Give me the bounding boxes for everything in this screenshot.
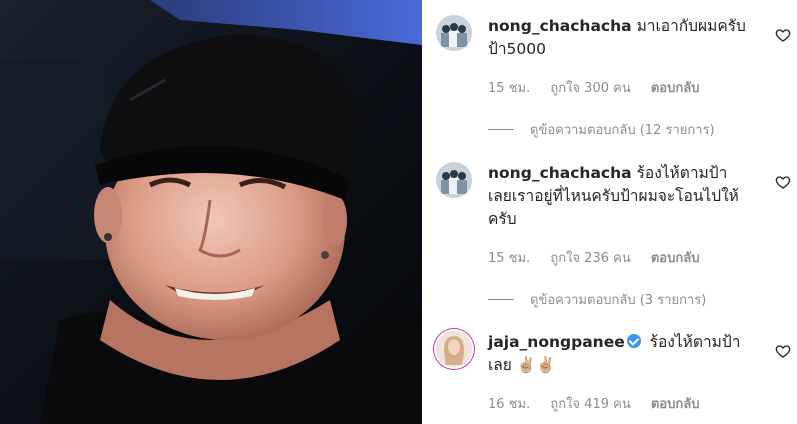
comment-likes[interactable]: ถูกใจ 419 คน bbox=[550, 397, 630, 412]
avatar[interactable] bbox=[436, 331, 472, 367]
divider-line bbox=[488, 129, 514, 130]
avatar[interactable] bbox=[436, 15, 472, 51]
avatar[interactable] bbox=[436, 162, 472, 198]
heart-outline-icon[interactable] bbox=[775, 343, 791, 359]
group-photo-avatar-icon bbox=[436, 162, 472, 198]
comment-username[interactable]: nong_chachacha bbox=[488, 164, 632, 182]
comment-meta: 16 ชม. ถูกใจ 419 คน ตอบกลับ bbox=[488, 393, 715, 414]
comment-item: nong_chachacha มาเอากับผมครับป้า5000 15 … bbox=[436, 15, 791, 145]
reply-button[interactable]: ตอบกลับ bbox=[651, 251, 700, 266]
view-replies-button[interactable]: ดูข้อความตอบกลับ (12 รายการ) bbox=[488, 119, 715, 140]
comment-meta: 15 ชม. ถูกใจ 300 คน ตอบกลับ bbox=[488, 77, 715, 98]
comment-likes[interactable]: ถูกใจ 300 คน bbox=[550, 81, 630, 96]
comment-item: nong_chachacha ร้องไห้ตามป้าเลยเราอยู่ที… bbox=[436, 162, 791, 312]
reply-button[interactable]: ตอบกลับ bbox=[651, 397, 700, 412]
comment-text: nong_chachacha มาเอากับผมครับป้า5000 bbox=[488, 15, 750, 61]
verified-badge-icon bbox=[626, 334, 641, 348]
comment-time: 16 ชม. bbox=[488, 397, 531, 412]
comment-time: 15 ชม. bbox=[488, 251, 531, 266]
divider-line bbox=[488, 299, 514, 300]
comment-item: jaja_nongpanee ร้องไห้ตามป้าเลย ✌🏼✌🏼 16 … bbox=[436, 331, 791, 421]
woman-photo-avatar-icon bbox=[436, 331, 472, 367]
man-in-black-cap-image bbox=[0, 0, 422, 424]
post-photo[interactable] bbox=[0, 0, 422, 424]
view-replies-label: ดูข้อความตอบกลับ (3 รายการ) bbox=[530, 293, 707, 308]
post-view: nong_chachacha มาเอากับผมครับป้า5000 15 … bbox=[0, 0, 797, 424]
comment-time: 15 ชม. bbox=[488, 81, 531, 96]
reply-button[interactable]: ตอบกลับ bbox=[651, 81, 700, 96]
view-replies-label: ดูข้อความตอบกลับ (12 รายการ) bbox=[530, 123, 715, 138]
view-replies-button[interactable]: ดูข้อความตอบกลับ (3 รายการ) bbox=[488, 289, 706, 310]
group-photo-avatar-icon bbox=[436, 15, 472, 51]
heart-outline-icon[interactable] bbox=[775, 174, 791, 190]
comment-likes[interactable]: ถูกใจ 236 คน bbox=[550, 251, 630, 266]
comment-username[interactable]: nong_chachacha bbox=[488, 17, 632, 35]
comment-username[interactable]: jaja_nongpanee bbox=[488, 333, 625, 351]
heart-outline-icon[interactable] bbox=[775, 27, 791, 43]
comment-text: jaja_nongpanee ร้องไห้ตามป้าเลย ✌🏼✌🏼 bbox=[488, 331, 750, 377]
comments-panel: nong_chachacha มาเอากับผมครับป้า5000 15 … bbox=[422, 0, 797, 424]
comment-meta: 15 ชม. ถูกใจ 236 คน ตอบกลับ bbox=[488, 247, 715, 268]
comment-text: nong_chachacha ร้องไห้ตามป้าเลยเราอยู่ที… bbox=[488, 162, 750, 231]
